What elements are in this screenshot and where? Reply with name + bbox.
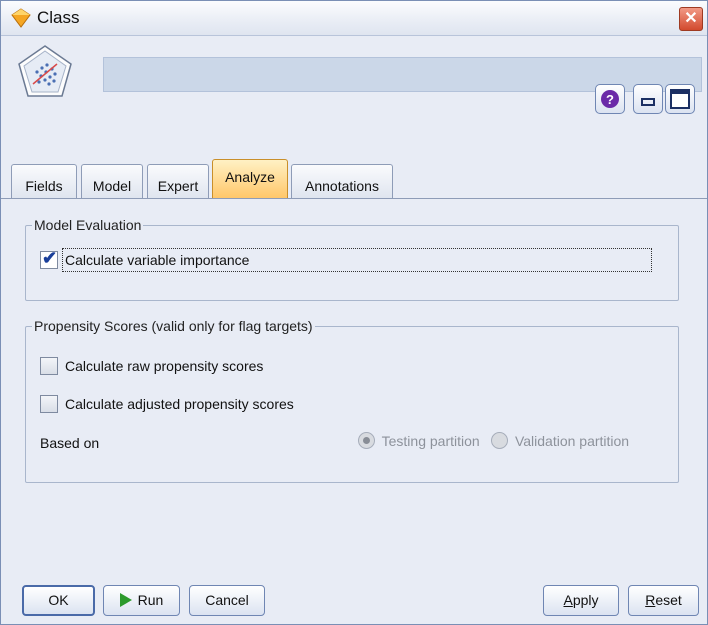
run-play-icon bbox=[119, 593, 132, 607]
minimize-icon bbox=[641, 98, 655, 106]
cancel-button-label: Cancel bbox=[205, 592, 249, 608]
tab-analyze[interactable]: Analyze bbox=[212, 159, 288, 198]
maximize-icon bbox=[670, 89, 690, 109]
reset-mnemonic: R bbox=[645, 592, 656, 608]
maximize-button[interactable] bbox=[665, 84, 695, 114]
adjusted-propensity-label: Calculate adjusted propensity scores bbox=[65, 396, 294, 412]
testing-partition-label: Testing partition bbox=[381, 433, 480, 449]
raw-propensity-row[interactable]: Calculate raw propensity scores bbox=[40, 356, 440, 378]
title-bar[interactable]: Class ✕ bbox=[1, 1, 707, 36]
analyze-panel: Model Evaluation ✔ Calculate variable im… bbox=[9, 200, 703, 580]
window-title: Class bbox=[37, 8, 80, 27]
minimize-button[interactable] bbox=[633, 84, 663, 114]
apply-button[interactable]: Apply bbox=[543, 585, 619, 616]
node-header: ? bbox=[1, 36, 707, 143]
propensity-scores-group: Propensity Scores (valid only for flag t… bbox=[25, 318, 679, 483]
calc-variable-importance-row[interactable]: ✔ Calculate variable importance bbox=[40, 248, 670, 272]
tab-model[interactable]: Model bbox=[81, 164, 143, 198]
tab-annotations[interactable]: Annotations bbox=[291, 164, 393, 198]
testing-partition-radio[interactable] bbox=[358, 432, 375, 449]
cancel-button[interactable]: Cancel bbox=[189, 585, 265, 616]
raw-propensity-label: Calculate raw propensity scores bbox=[65, 358, 264, 374]
propensity-scores-legend: Propensity Scores (valid only for flag t… bbox=[32, 318, 315, 334]
ok-button[interactable]: OK bbox=[22, 585, 95, 616]
tab-fields[interactable]: Fields bbox=[11, 164, 77, 198]
tab-bar: Fields Model Expert Analyze Annotations bbox=[1, 159, 707, 199]
reset-button[interactable]: Reset bbox=[628, 585, 699, 616]
model-evaluation-group: Model Evaluation ✔ Calculate variable im… bbox=[25, 217, 679, 301]
svg-text:?: ? bbox=[606, 92, 614, 107]
ok-button-label: OK bbox=[48, 592, 69, 608]
help-icon: ? bbox=[601, 90, 619, 108]
based-on-label: Based on bbox=[40, 435, 100, 451]
run-button[interactable]: Run bbox=[103, 585, 180, 616]
class-dialog-window: Class ✕ ? Fields Model Expert Analyze An… bbox=[0, 0, 708, 625]
adjusted-propensity-checkbox[interactable] bbox=[40, 395, 58, 413]
reset-button-label: eset bbox=[655, 592, 682, 608]
calc-variable-importance-checkbox[interactable]: ✔ bbox=[40, 248, 58, 269]
help-button[interactable]: ? bbox=[595, 84, 625, 114]
tab-divider bbox=[1, 198, 707, 199]
validation-partition-label: Validation partition bbox=[514, 433, 630, 449]
validation-partition-option[interactable]: Validation partition bbox=[491, 432, 630, 449]
validation-partition-radio[interactable] bbox=[491, 432, 509, 449]
testing-partition-option[interactable]: Testing partition bbox=[358, 432, 483, 449]
based-on-radio-group: Testing partition Validation partition bbox=[358, 432, 629, 449]
close-icon: ✕ bbox=[684, 10, 698, 27]
adjusted-propensity-row[interactable]: Calculate adjusted propensity scores bbox=[40, 394, 440, 416]
run-button-label: Run bbox=[137, 592, 164, 608]
app-diamond-icon bbox=[11, 8, 31, 28]
tab-expert[interactable]: Expert bbox=[147, 164, 209, 198]
apply-mnemonic: A bbox=[563, 592, 573, 608]
close-button[interactable]: ✕ bbox=[679, 7, 703, 31]
raw-propensity-checkbox[interactable] bbox=[40, 357, 58, 375]
apply-button-label: pply bbox=[572, 592, 599, 608]
classification-node-icon bbox=[18, 45, 72, 97]
checkmark-icon: ✔ bbox=[42, 248, 58, 268]
calc-variable-importance-label: Calculate variable importance bbox=[65, 252, 250, 268]
model-evaluation-legend: Model Evaluation bbox=[32, 217, 144, 233]
